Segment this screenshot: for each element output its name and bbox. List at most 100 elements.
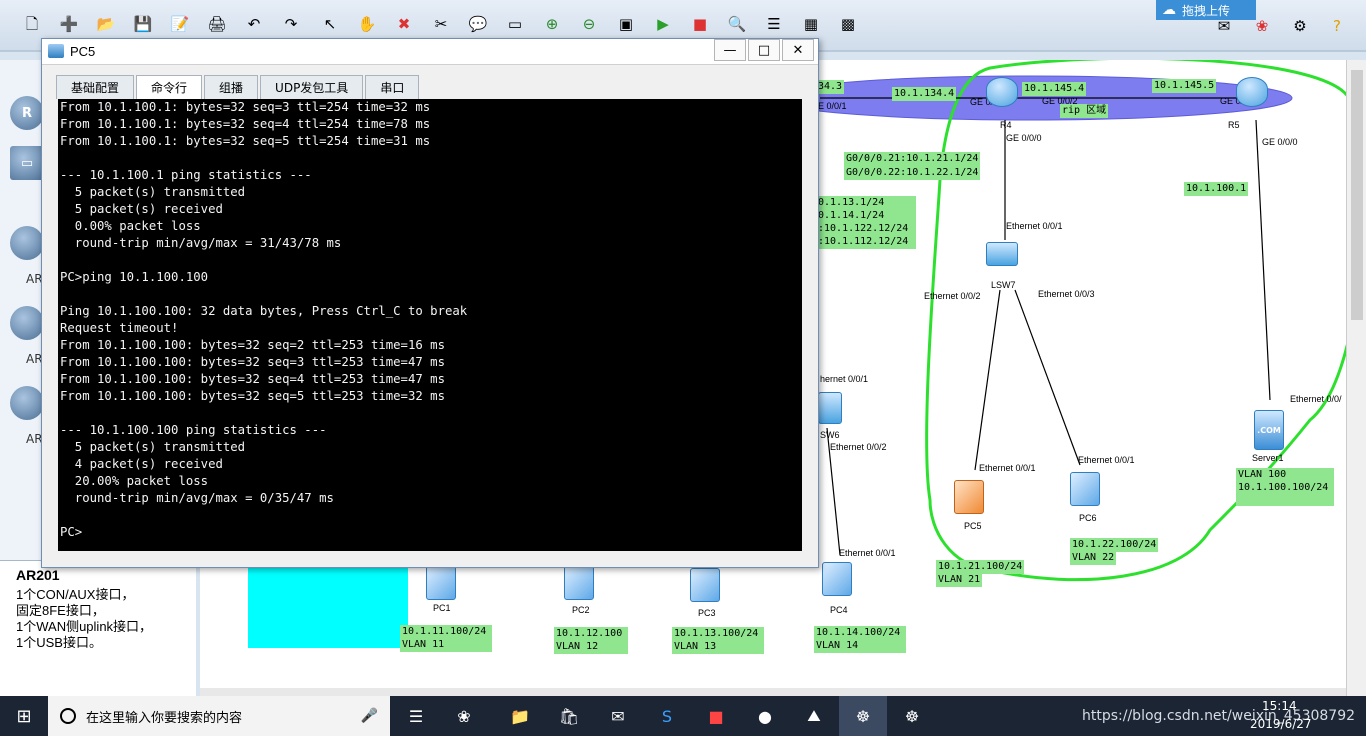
- router-r5[interactable]: [1236, 77, 1268, 107]
- windows-start-icon[interactable]: ⊞: [0, 696, 48, 736]
- pinwheel-app-icon[interactable]: ❀: [440, 696, 488, 736]
- ar-router-icon[interactable]: [10, 226, 44, 260]
- print-icon[interactable]: 🖨: [205, 12, 229, 36]
- delete-icon[interactable]: ✖: [392, 12, 416, 36]
- router-r4[interactable]: [986, 77, 1018, 107]
- ar-router-icon[interactable]: [10, 386, 44, 420]
- tab-command-line[interactable]: 命令行: [136, 75, 203, 99]
- canvas-vertical-scrollbar[interactable]: [1346, 60, 1366, 696]
- vlan-label: VLAN 13: [672, 640, 764, 654]
- zoom-in-icon[interactable]: ⊕: [540, 12, 564, 36]
- save-as-icon[interactable]: 📝: [168, 12, 192, 36]
- pc-category-icon[interactable]: ▭: [10, 146, 44, 180]
- router-category-icon[interactable]: R: [10, 96, 44, 130]
- vlan-label: VLAN 12: [554, 640, 628, 654]
- file-explorer-icon[interactable]: 📁: [496, 696, 544, 736]
- select-icon[interactable]: ↖: [318, 12, 342, 36]
- ensp-app-icon[interactable]: ☸: [888, 696, 936, 736]
- pc-icon: [48, 44, 64, 58]
- gear-icon[interactable]: ⚙: [1288, 14, 1312, 38]
- link-r5-server: [1255, 119, 1271, 401]
- globe-app-icon[interactable]: ●: [741, 696, 789, 736]
- redo-icon[interactable]: ↷: [279, 12, 303, 36]
- maximize-button[interactable]: □: [748, 39, 780, 61]
- device-desc-line: 1个CON/AUX接口，: [16, 587, 135, 602]
- device-name: PC5: [964, 521, 982, 531]
- link-lsw7-pc5: [974, 289, 1001, 471]
- ip-label: 10.1.21.100/24: [936, 560, 1025, 574]
- ar-router-icon[interactable]: [10, 306, 44, 340]
- screenshot-icon[interactable]: ▩: [836, 12, 860, 36]
- ip-label: 10.1.13.100/24: [672, 627, 764, 641]
- ensp-app-icon[interactable]: ☸: [839, 696, 887, 736]
- text-note-icon[interactable]: 💬: [466, 12, 490, 36]
- switch-sw6[interactable]: [818, 392, 842, 424]
- device-name: SW6: [820, 430, 840, 440]
- ip-label: 10.1.145.4: [1022, 82, 1087, 96]
- close-button[interactable]: ✕: [782, 39, 814, 61]
- task-view-icon[interactable]: ☰: [392, 696, 440, 736]
- clock-time[interactable]: 15:14: [1262, 699, 1297, 713]
- open-icon[interactable]: 📂: [94, 12, 118, 36]
- pc1-device[interactable]: [426, 566, 456, 600]
- undo-icon[interactable]: ↶: [242, 12, 266, 36]
- sogou-icon[interactable]: S: [643, 696, 691, 736]
- device-name: R5: [1228, 120, 1240, 130]
- pc5-device[interactable]: [954, 480, 984, 514]
- pc3-device[interactable]: [690, 568, 720, 602]
- pc2-device[interactable]: [564, 566, 594, 600]
- help-icon[interactable]: ?: [1325, 14, 1349, 38]
- server1-device[interactable]: .COM: [1254, 410, 1284, 450]
- tab-serial[interactable]: 串口: [365, 75, 420, 99]
- topology-icon[interactable]: ☰: [762, 12, 786, 36]
- command-console[interactable]: From 10.1.100.1: bytes=32 seq=3 ttl=254 …: [58, 99, 802, 551]
- zoom-out-icon[interactable]: ⊖: [577, 12, 601, 36]
- microphone-icon[interactable]: 🎤: [361, 708, 378, 724]
- mail-icon[interactable]: ✉: [594, 696, 642, 736]
- ip-label: 0.1.14.1/24: [816, 209, 916, 223]
- youdao-icon[interactable]: ■: [692, 696, 740, 736]
- window-titlebar[interactable]: PC5 — □ ✕: [42, 39, 818, 65]
- switch-lsw7[interactable]: [986, 242, 1018, 266]
- canvas-horizontal-scrollbar[interactable]: [200, 688, 1346, 696]
- fit-icon[interactable]: ▣: [614, 12, 638, 36]
- save-icon[interactable]: 💾: [131, 12, 155, 36]
- photos-icon[interactable]: ⛰: [790, 696, 838, 736]
- tab-udp-tool[interactable]: UDP发包工具: [260, 75, 364, 99]
- port-label: Ethernet 0/0/1: [979, 463, 1036, 473]
- device-desc-line: 1个USB接口。: [16, 635, 102, 650]
- vlan-label: VLAN 100: [1236, 468, 1334, 482]
- new-topology-icon[interactable]: 🗋: [20, 12, 44, 36]
- pc6-device[interactable]: [1070, 472, 1100, 506]
- rip-area-label: rip 区域: [1060, 104, 1109, 118]
- window-title: PC5: [70, 44, 96, 59]
- scrollbar-thumb[interactable]: [1351, 70, 1363, 320]
- port-label: Ethernet 0/0/1: [839, 548, 896, 558]
- start-icon[interactable]: ▶: [651, 12, 675, 36]
- ip-label: 34.3: [816, 80, 845, 94]
- delete-link-icon[interactable]: ✂: [429, 12, 453, 36]
- new-device-icon[interactable]: ➕: [57, 12, 81, 36]
- tab-basic-config[interactable]: 基础配置: [56, 75, 135, 99]
- tab-multicast[interactable]: 组播: [204, 75, 259, 99]
- cyan-area-shape[interactable]: [248, 568, 408, 648]
- palette-icon[interactable]: ▭: [503, 12, 527, 36]
- grid-icon[interactable]: ▦: [799, 12, 823, 36]
- message-icon[interactable]: ✉: [1212, 14, 1236, 38]
- port-label: GE 0/0/2: [1042, 96, 1078, 106]
- capture-icon[interactable]: 🔍: [725, 12, 749, 36]
- store-icon[interactable]: 🛍: [545, 696, 593, 736]
- upload-drop-area[interactable]: ☁ 拖拽上传: [1156, 0, 1256, 20]
- stop-icon[interactable]: ■: [688, 12, 712, 36]
- ip-label: 0.1.13.1/24: [816, 196, 916, 210]
- link-lsw7-pc6: [1014, 289, 1081, 466]
- minimize-button[interactable]: —: [714, 39, 746, 61]
- huawei-logo-icon[interactable]: ❀: [1250, 14, 1274, 38]
- ip-label: 10.1.145.5: [1152, 79, 1217, 93]
- clock-date[interactable]: 2019/6/27: [1250, 717, 1312, 731]
- pan-hand-icon[interactable]: ✋: [355, 12, 379, 36]
- taskbar-search[interactable]: 在这里输入你要搜索的内容 🎤: [48, 696, 390, 736]
- pc5-console-window: PC5 — □ ✕ 基础配置 命令行 组播 UDP发包工具 串口 From 10…: [41, 38, 819, 568]
- vlan-label: VLAN 22: [1070, 551, 1117, 565]
- pc4-device[interactable]: [822, 562, 852, 596]
